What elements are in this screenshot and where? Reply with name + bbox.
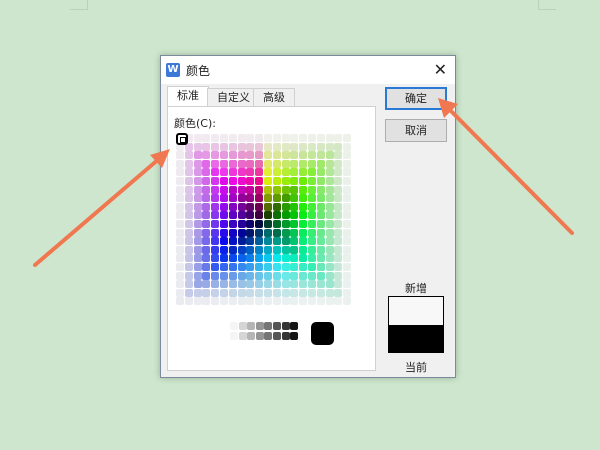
annotation-arrow-right [446, 106, 574, 235]
annotation-arrows [33, 98, 574, 267]
annotation-arrow-left [33, 156, 162, 267]
